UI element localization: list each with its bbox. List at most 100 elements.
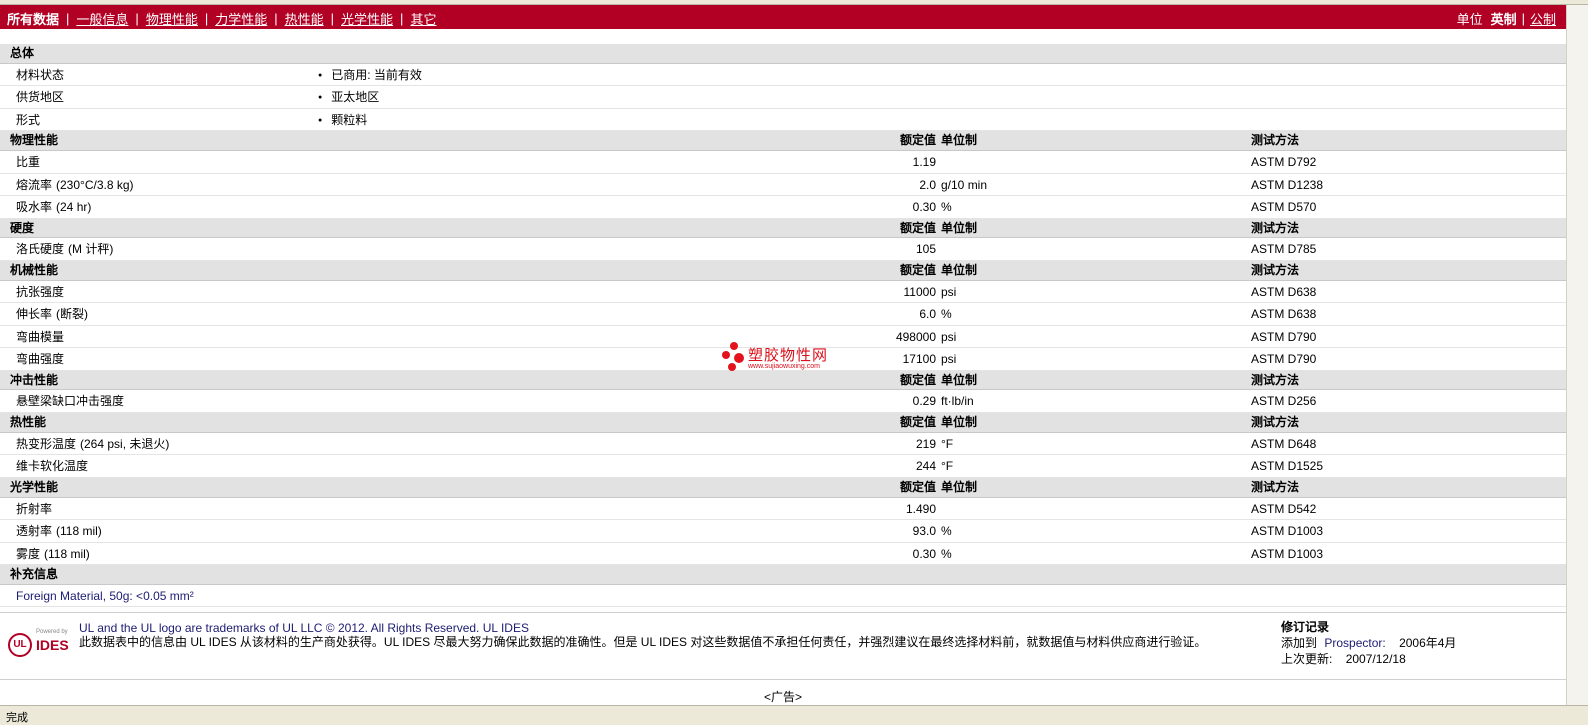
tab-separator: |	[66, 11, 70, 26]
revision-added: 添加到 Prospector: 2006年4月	[1281, 636, 1457, 650]
tab-separator: |	[330, 11, 335, 26]
section-title: 总体	[10, 46, 35, 60]
section-title: 光学性能	[10, 479, 59, 494]
property-value: 105	[915, 242, 936, 257]
tab-separator: |	[204, 11, 209, 26]
test-method: ASTM D1525	[1251, 459, 1324, 474]
table-row: 洛氏硬度 (M 计秤) 105 ASTM D785	[0, 238, 1566, 261]
tab-optical[interactable]: 光学性能	[341, 9, 393, 28]
table-row: 抗张强度 11000 psi ASTM D638	[0, 281, 1566, 304]
test-method: ASTM D648	[1251, 436, 1317, 451]
tab-mechanical[interactable]: 力学性能	[215, 9, 267, 28]
column-header-method: 测试方法	[1251, 220, 1300, 235]
property-value: 0.29	[912, 394, 936, 409]
table-row: Foreign Material, 50g: <0.05 mm²	[0, 585, 1566, 608]
tab-separator: |	[135, 11, 139, 26]
property-label: 形式	[16, 112, 41, 127]
property-label: 供货地区	[16, 90, 65, 105]
supplement-note: Foreign Material, 50g: <0.05 mm²	[16, 588, 194, 603]
property-label: 悬壁梁缺口冲击强度	[16, 394, 125, 409]
section-title: 热性能	[10, 414, 47, 429]
property-unit: psi	[941, 284, 957, 299]
property-unit: psi	[941, 329, 957, 344]
table-row: 吸水率 (24 hr) 0.30 % ASTM D570	[0, 196, 1566, 219]
section-header-supplement: 补充信息	[0, 565, 1566, 585]
table-row: 比重 1.19 ASTM D792	[0, 151, 1566, 174]
table-row: 维卡软化温度 244 °F ASTM D1525	[0, 455, 1566, 478]
property-value: 0.30	[912, 546, 936, 561]
section-title: 冲击性能	[10, 372, 59, 387]
property-unit: g/10 min	[941, 177, 988, 192]
column-header-method: 测试方法	[1251, 372, 1300, 387]
column-header-unit: 单位制	[941, 262, 978, 277]
advertisement-label: <广告>	[763, 690, 803, 704]
test-method: ASTM D638	[1251, 284, 1317, 299]
tab-thermal[interactable]: 热性能	[285, 9, 324, 28]
datasheet-table: 总体 材料状态 已商用: 当前有效 供货地区 亚太地区 形式 颗粒料 物理性能 …	[0, 44, 1566, 608]
property-value: 已商用: 当前有效	[318, 64, 422, 89]
datasheet-footer: UL Powered by IDES UL and the UL logo ar…	[0, 612, 1566, 680]
property-label: 熔流率 (230°C/3.8 kg)	[16, 177, 134, 192]
tab-physical[interactable]: 物理性能	[146, 9, 198, 28]
status-text: 完成	[6, 712, 28, 724]
property-value: 11000	[903, 284, 936, 299]
column-header-unit: 单位制	[941, 479, 978, 494]
section-header-general: 总体	[0, 44, 1566, 64]
vertical-scrollbar[interactable]	[1566, 5, 1588, 705]
section-header-hardness: 硬度 额定值 单位制 测试方法	[0, 218, 1566, 239]
category-tabs: 所有数据 | 一般信息 | 物理性能 | 力学性能 | 热性能 | 光学性能 |…	[7, 9, 436, 28]
test-method: ASTM D542	[1251, 501, 1317, 516]
column-header-unit: 单位制	[941, 414, 978, 429]
table-row: 熔流率 (230°C/3.8 kg) 2.0 g/10 min ASTM D123…	[0, 174, 1566, 197]
test-method: ASTM D1003	[1251, 524, 1324, 539]
test-method: ASTM D790	[1251, 352, 1317, 367]
property-value: 1.19	[912, 155, 936, 170]
property-unit: ft·lb/in	[941, 394, 974, 409]
table-row: 折射率 1.490 ASTM D542	[0, 498, 1566, 521]
property-label: 透射率 (118 mil)	[16, 524, 102, 539]
property-unit: °F	[941, 436, 954, 451]
column-header-value: 额定值	[899, 479, 936, 494]
section-title: 补充信息	[10, 567, 59, 582]
tab-general-info[interactable]: 一般信息	[76, 9, 128, 28]
property-label: 热变形温度 (264 psi, 未退火)	[16, 436, 170, 451]
disclaimer-text: 此数据表中的信息由 UL IDES 从该材料的生产商处获得。UL IDES 尽最…	[79, 635, 1207, 649]
property-condition: (118 mil)	[56, 524, 102, 539]
property-condition: (264 psi, 未退火)	[80, 436, 170, 451]
property-value: 93.0	[912, 524, 936, 539]
trademark-line: UL and the UL logo are trademarks of UL …	[79, 621, 529, 635]
property-label: 吸水率 (24 hr)	[16, 200, 92, 215]
column-header-method: 测试方法	[1251, 479, 1300, 494]
property-value: 219	[915, 436, 936, 451]
units-metric-link[interactable]: 公制	[1530, 9, 1556, 28]
column-header-unit: 单位制	[941, 372, 978, 387]
table-row: 热变形温度 (264 psi, 未退火) 219 °F ASTM D648	[0, 433, 1566, 456]
browser-status-bar: 完成	[0, 705, 1588, 725]
property-value: 498000	[895, 329, 936, 344]
property-value: 1.490	[905, 501, 936, 516]
property-label: 折射率	[16, 501, 53, 516]
tab-other[interactable]: 其它	[410, 9, 436, 28]
units-imperial[interactable]: 英制	[1491, 9, 1517, 28]
revision-history: 修订记录 添加到 Prospector: 2006年4月 上次更新: 2007/…	[1281, 619, 1456, 667]
units-separator: |	[1521, 11, 1525, 26]
test-method: ASTM D570	[1251, 200, 1317, 215]
category-navbar: 所有数据 | 一般信息 | 物理性能 | 力学性能 | 热性能 | 光学性能 |…	[0, 5, 1566, 29]
property-unit: psi	[941, 352, 957, 367]
property-condition: (24 hr)	[56, 200, 92, 215]
table-row: 形式 颗粒料	[0, 109, 1566, 132]
property-value: 244	[915, 459, 936, 474]
column-header-value: 额定值	[899, 220, 936, 235]
property-value: 亚太地区	[318, 86, 379, 111]
ul-ides-logo: UL Powered by IDES	[6, 621, 72, 661]
tab-separator: |	[400, 11, 404, 26]
tab-all-data[interactable]: 所有数据	[7, 9, 59, 28]
logo-powered-by: Powered by	[36, 629, 68, 635]
property-label: 弯曲模量	[16, 329, 65, 344]
section-header-optical: 光学性能 额定值 单位制 测试方法	[0, 477, 1566, 498]
section-header-thermal: 热性能 额定值 单位制 测试方法	[0, 412, 1566, 433]
property-value: 0.30	[912, 200, 936, 215]
section-title: 硬度	[10, 220, 35, 235]
column-header-value: 额定值	[899, 414, 936, 429]
column-header-unit: 单位制	[941, 133, 978, 148]
